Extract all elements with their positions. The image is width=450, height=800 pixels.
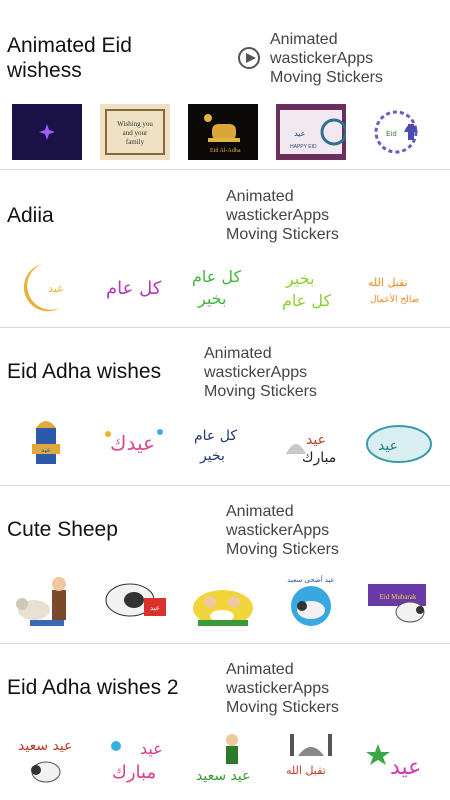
sticker-golden-mosque-night: Eid Al-Adha xyxy=(188,102,258,160)
pack-subtitle: Animated wastickerApps Moving Stickers xyxy=(270,31,383,86)
play-icon xyxy=(238,47,260,69)
pack-subtitle: Animated wastickerApps Moving Stickers xyxy=(226,661,339,716)
svg-text:عيد: عيد xyxy=(390,755,421,780)
pack-title: Eid Adha wishes 2 xyxy=(7,676,179,699)
svg-text:عيد أضحى سعيد: عيد أضحى سعيد xyxy=(287,575,335,584)
svg-text:عيدك: عيدك xyxy=(110,431,155,455)
svg-text:مبارك: مبارك xyxy=(302,450,336,466)
svg-text:HAPPY EID: HAPPY EID xyxy=(290,144,317,150)
svg-text:بخير: بخير xyxy=(285,269,314,289)
svg-text:كل عام: كل عام xyxy=(192,267,242,286)
sticker-teal-cloud-calligraphy: عيد xyxy=(364,414,434,472)
sticker-eid-mubarak-wreath: Eid xyxy=(364,102,434,160)
svg-text:and your: and your xyxy=(123,129,148,137)
sticker-blue-lantern-tower: عيد xyxy=(12,414,82,472)
svg-text:بخير: بخير xyxy=(197,289,226,309)
pack-title: Animated Eid wishess xyxy=(7,34,132,82)
sticker-pack-eid-adha-wishes[interactable]: Eid Adha wishes Animated wastickerApps M… xyxy=(0,328,450,486)
svg-text:عيد: عيد xyxy=(150,604,160,612)
svg-text:عيد: عيد xyxy=(294,129,305,138)
sticker-preview-row: Wishing you and your family Eid Al-Adha عي… xyxy=(0,102,450,164)
sticker-pink-eid-mubarak: عيد مبارك xyxy=(100,730,170,788)
svg-text:Wishing you: Wishing you xyxy=(117,120,153,128)
sticker-preview-row: عيد سعيد عيد مبارك عيد سعيد تقبل الله عيد xyxy=(0,730,450,792)
pack-title: Cute Sheep xyxy=(7,518,118,541)
sticker-pack-adiia[interactable]: Adiia Animated wastickerApps Moving Stic… xyxy=(0,170,450,328)
svg-text:عيد سعيد: عيد سعيد xyxy=(18,738,72,754)
sticker-purple-calligraphy: كل عام xyxy=(100,258,170,316)
sticker-kids-feeding-sheep xyxy=(188,572,258,630)
svg-text:عيد: عيد xyxy=(306,432,326,448)
sticker-mosque-red-calligraphy: تقبل الله xyxy=(276,730,346,788)
pack-title: Eid Adha wishes xyxy=(7,360,162,383)
sticker-preview-row: عيد عيد أضحى سعيد Eid Mubarak xyxy=(0,572,450,634)
svg-text:عيد: عيد xyxy=(48,282,64,295)
sticker-preview-row: عيد عيدك كل عام بخير عيد مبارك عيد xyxy=(0,414,450,476)
sticker-sheep-eid-banner: عيد أضحى سعيد xyxy=(276,572,346,630)
svg-text:عيد: عيد xyxy=(378,438,398,454)
pack-title: Adiia xyxy=(7,204,54,227)
sticker-cartoon-sheep-red: عيد xyxy=(100,572,170,630)
sticker-red-eid-sheep: عيد سعيد xyxy=(12,730,82,788)
sticker-happy-eid-ornate: عيد HAPPY EID xyxy=(276,102,346,160)
sticker-colorful-eid-text: عيدك xyxy=(100,414,170,472)
svg-text:بخير: بخير xyxy=(199,448,225,464)
sticker-wishing-family-card: Wishing you and your family xyxy=(100,102,170,160)
svg-text:عيد: عيد xyxy=(140,739,163,758)
svg-text:عيد سعيد: عيد سعيد xyxy=(196,768,250,784)
sticker-pack-eid-adha-wishes-2[interactable]: Eid Adha wishes 2 Animated wastickerApps… xyxy=(0,644,450,800)
pack-subtitle: Animated wastickerApps Moving Stickers xyxy=(204,345,317,400)
pack-subtitle: Animated wastickerApps Moving Stickers xyxy=(226,188,339,243)
svg-text:Eid: Eid xyxy=(386,130,397,138)
svg-text:عيد: عيد xyxy=(41,446,51,454)
sticker-boy-with-sheep xyxy=(12,572,82,630)
svg-text:كل عام: كل عام xyxy=(106,278,162,299)
sticker-navy-calligraphy: كل عام بخير xyxy=(188,414,258,472)
svg-text:Eid Mubarak: Eid Mubarak xyxy=(380,593,417,601)
sticker-gold-crescent-calligraphy: عيد xyxy=(12,258,82,316)
pack-subtitle: Animated wastickerApps Moving Stickers xyxy=(226,503,339,558)
svg-text:كل عام: كل عام xyxy=(282,291,332,310)
sticker-pack-cute-sheep[interactable]: Cute Sheep Animated wastickerApps Moving… xyxy=(0,486,450,644)
svg-text:family: family xyxy=(126,138,145,146)
svg-text:Eid Al-Adha: Eid Al-Adha xyxy=(210,148,241,154)
svg-text:تقبل الله: تقبل الله xyxy=(286,764,326,777)
sticker-pink-star-calligraphy: عيد xyxy=(364,730,434,788)
sticker-green-calligraphy-figure: عيد سعيد xyxy=(188,730,258,788)
sticker-orange-calligraphy: تقبل الله صالح الأعمال xyxy=(364,258,434,316)
svg-text:مبارك: مبارك xyxy=(112,762,156,783)
svg-text:كل عام: كل عام xyxy=(194,428,237,444)
svg-text:تقبل الله: تقبل الله xyxy=(368,276,408,289)
sticker-lime-calligraphy: بخير كل عام xyxy=(276,258,346,316)
sticker-sheep-purple-ribbon: Eid Mubarak xyxy=(364,572,434,630)
sticker-green-calligraphy: كل عام بخير xyxy=(188,258,258,316)
sticker-purple-star xyxy=(12,102,82,160)
svg-text:صالح الأعمال: صالح الأعمال xyxy=(370,293,419,305)
sticker-pack-animated-eid-wishess[interactable]: Animated Eid wishess Animated wastickerA… xyxy=(0,0,450,170)
sticker-preview-row: عيد كل عام كل عام بخير بخير كل عام تقبل ال… xyxy=(0,258,450,320)
sticker-mosque-eid-mubarak: عيد مبارك xyxy=(276,414,346,472)
